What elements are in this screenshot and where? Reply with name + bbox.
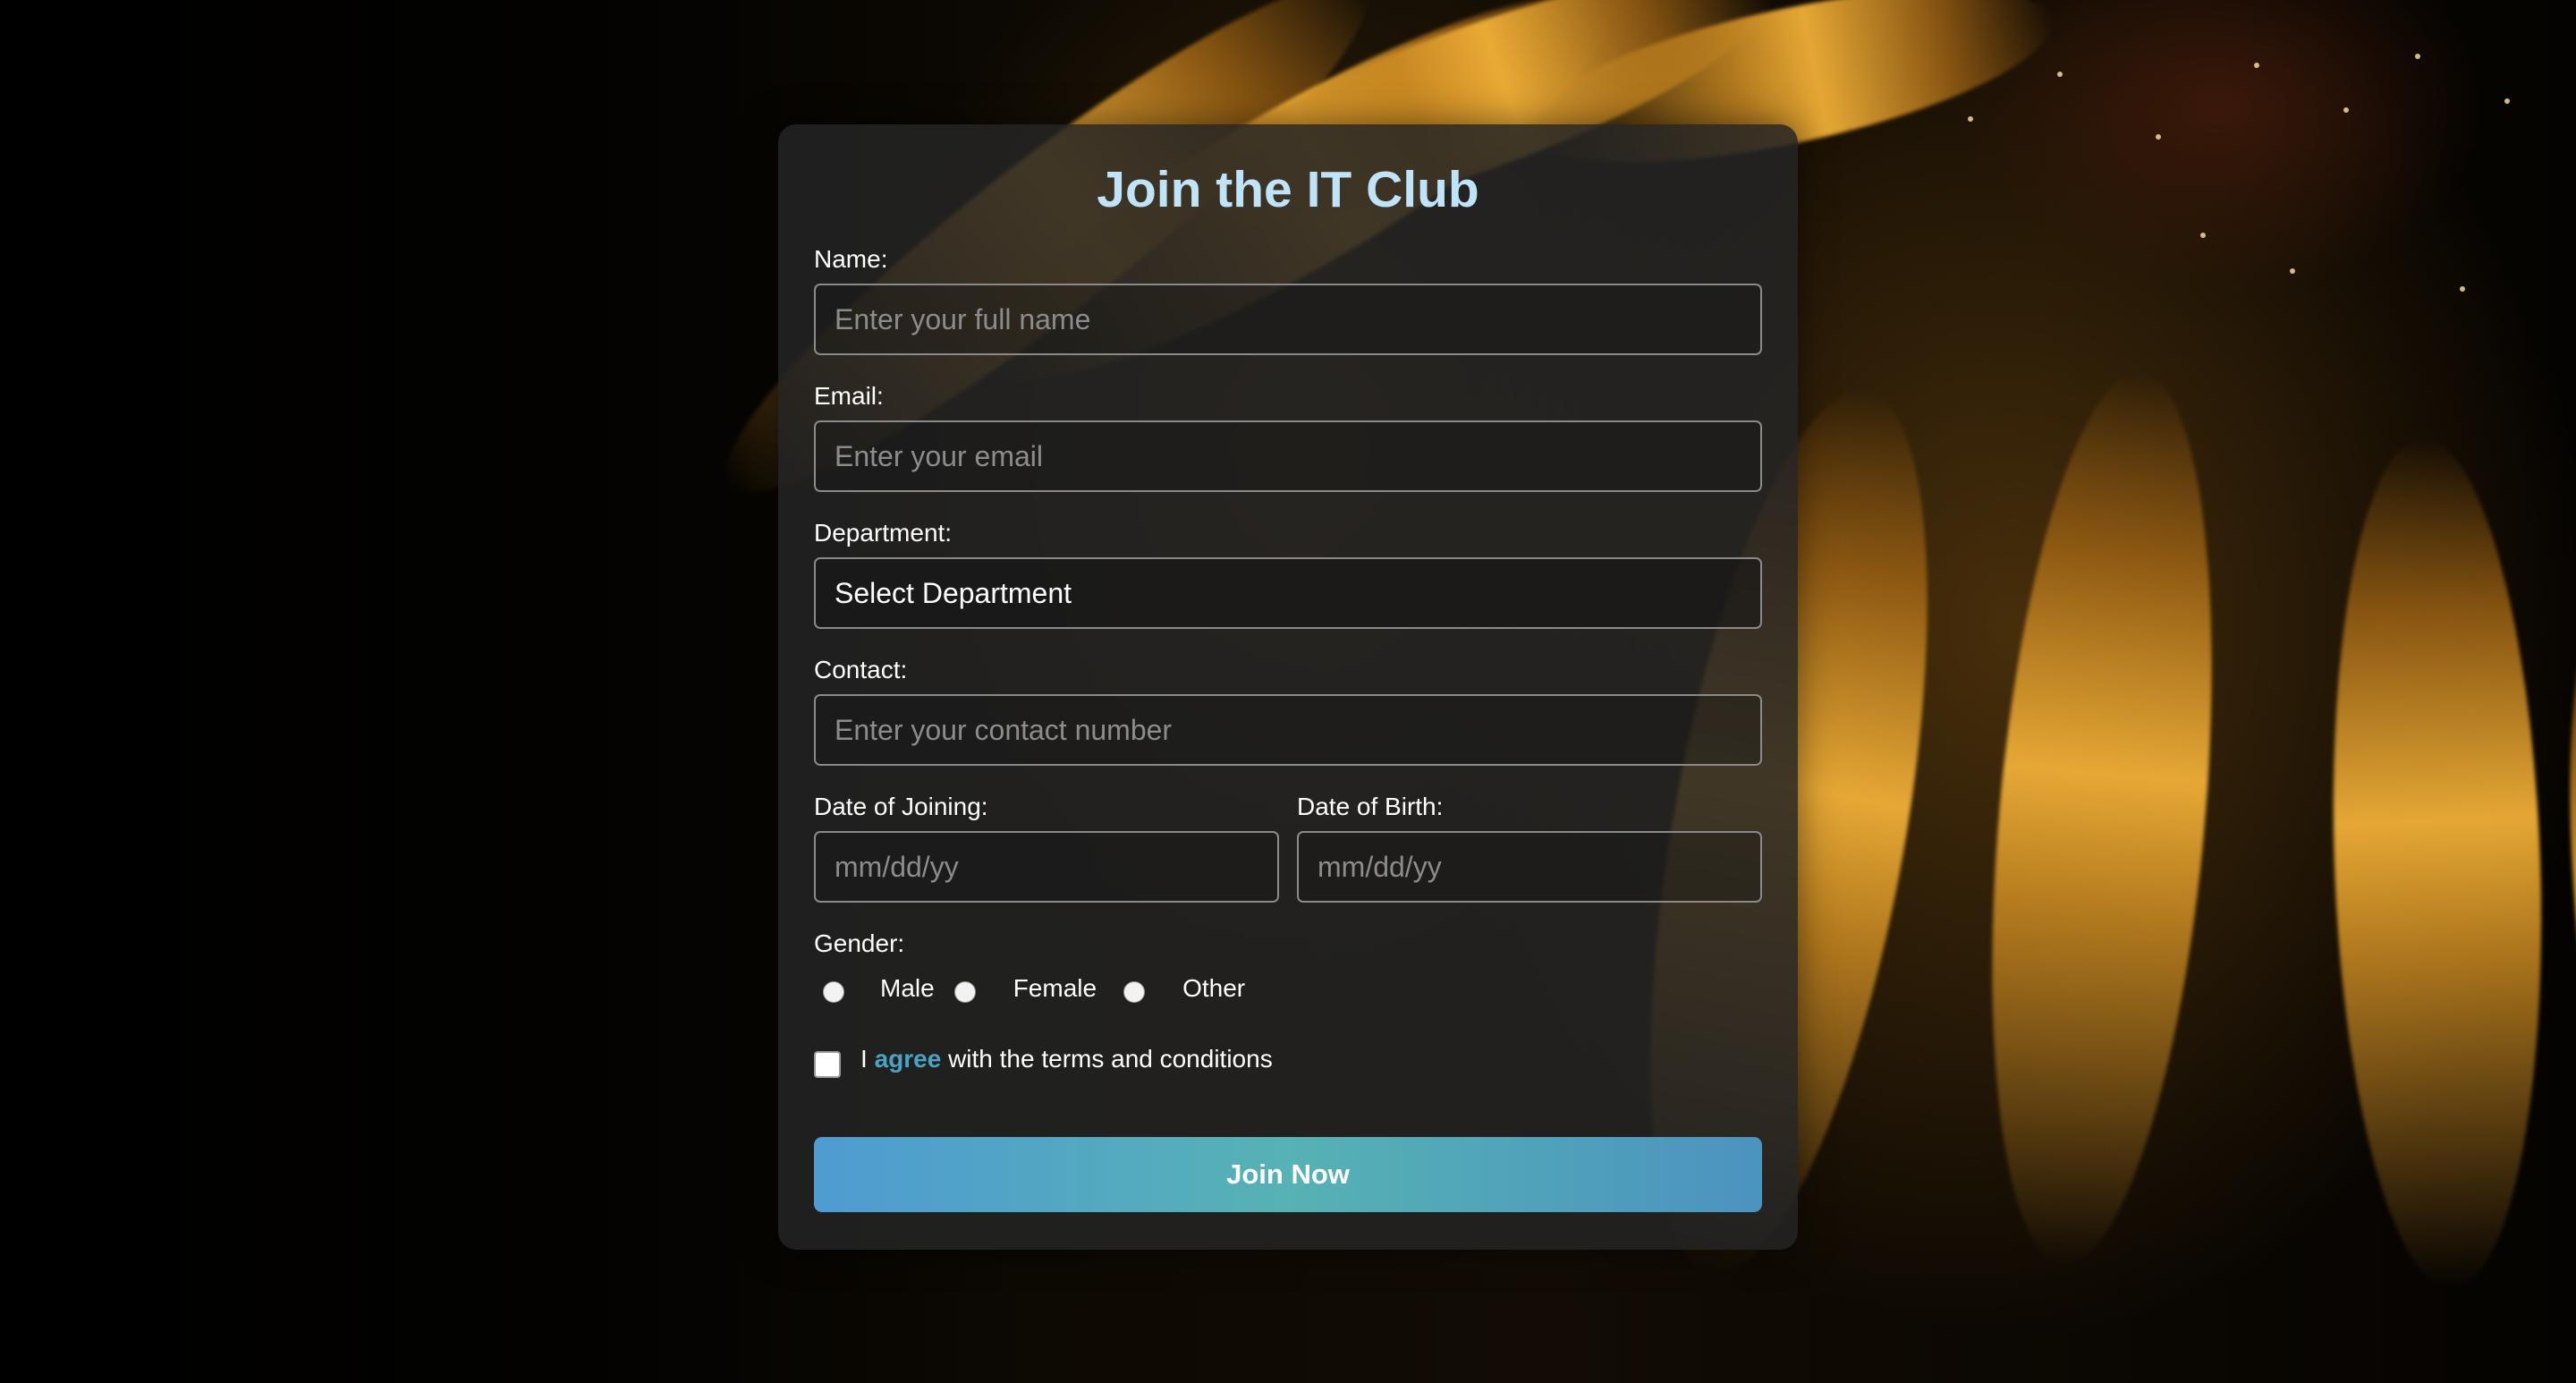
gender-option-label: Other	[1182, 974, 1246, 1002]
seed-dot	[2156, 134, 2161, 140]
terms-agree-link[interactable]: agree	[875, 1045, 942, 1073]
seed-dot	[2254, 63, 2259, 68]
email-label: Email:	[814, 382, 884, 410]
gender-radio-female[interactable]	[953, 981, 976, 1003]
seed-dot	[2504, 98, 2510, 104]
contact-label: Contact:	[814, 656, 908, 683]
seed-dot	[2343, 107, 2349, 113]
gender-option-label: Male	[880, 974, 935, 1002]
gender-label: Gender:	[814, 929, 905, 957]
date-of-joining-input[interactable]	[814, 831, 1279, 903]
seed-dot	[2415, 54, 2420, 59]
date-of-birth-label: Date of Birth:	[1297, 793, 1444, 820]
terms-checkbox[interactable]	[814, 1051, 841, 1078]
contact-input[interactable]	[814, 694, 1762, 766]
name-input[interactable]	[814, 284, 1762, 355]
gender-option-label: Female	[1013, 974, 1097, 1002]
seed-dot	[2290, 268, 2295, 274]
terms-prefix: I	[860, 1045, 868, 1073]
petal	[2319, 435, 2555, 1292]
date-of-birth-input[interactable]	[1297, 831, 1762, 903]
seed-dot	[2057, 72, 2063, 77]
department-select[interactable]: Select Department	[814, 557, 1762, 629]
form-title: Join the IT Club	[1097, 161, 1479, 218]
date-of-joining-label: Date of Joining:	[814, 793, 988, 820]
signup-form-card: Join the IT Club Name: Email: Department…	[778, 124, 1798, 1250]
department-label: Department:	[814, 519, 953, 547]
gender-radio-group: Male Female Other	[814, 971, 1245, 1006]
gender-radio-male[interactable]	[823, 981, 844, 1003]
join-now-button[interactable]: Join Now	[814, 1137, 1762, 1212]
seed-dot	[2460, 286, 2465, 292]
petal	[1960, 363, 2244, 1274]
seed-dot	[2200, 233, 2206, 238]
terms-text: I agree with the terms and conditions	[860, 1045, 1273, 1073]
email-input[interactable]	[814, 420, 1762, 492]
seed-dot	[1968, 116, 1973, 122]
name-label: Name:	[814, 245, 888, 273]
terms-suffix: with the terms and conditions	[948, 1045, 1273, 1073]
gender-radio-other[interactable]	[1123, 981, 1146, 1003]
